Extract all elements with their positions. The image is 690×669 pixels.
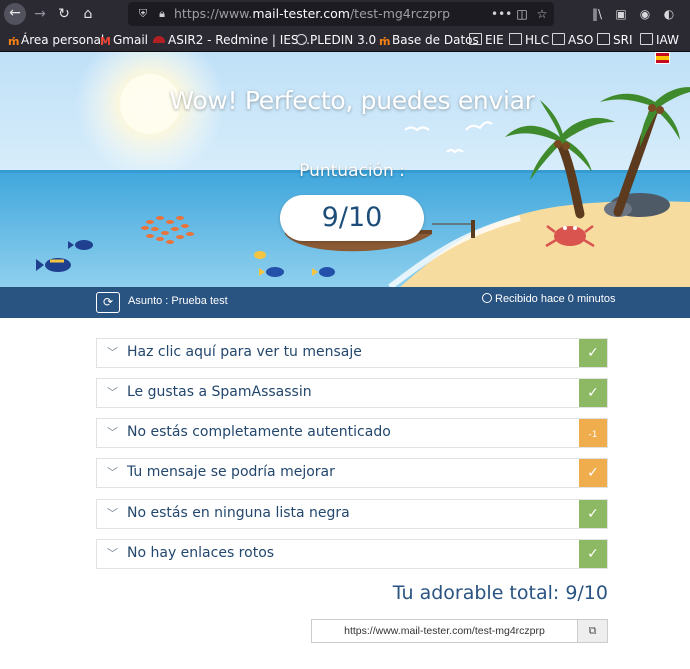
refresh-button[interactable]: ⟳ <box>96 292 120 313</box>
bookmark-folder-iaw[interactable]: IAW <box>640 32 679 48</box>
back-icon[interactable]: ← <box>4 3 26 25</box>
bookmark-folder-sri[interactable]: SRI <box>597 32 633 48</box>
result-label: Le gustas a SpamAssassin <box>127 384 312 400</box>
globe-icon <box>296 34 307 45</box>
subject-text: Asunto : Prueba test <box>128 295 228 307</box>
chevron-down-icon: ﹀ <box>107 386 118 399</box>
moodle-icon: ṁ <box>8 35 20 48</box>
status-badge: ✓ <box>579 540 607 568</box>
bookmark-gmail[interactable]: M Gmail <box>100 32 148 48</box>
folder-icon <box>597 33 610 45</box>
star-icon[interactable]: ☆ <box>533 5 551 23</box>
sidebar-icon[interactable]: ▣ <box>612 5 630 23</box>
bookmark-label: Gmail <box>113 33 149 47</box>
status-badge: ✓ <box>579 379 607 407</box>
total-score: Tu adorable total: 9/10 <box>392 582 608 604</box>
shield-icon[interactable]: ⛨ <box>136 5 150 23</box>
chevron-down-icon: ﹀ <box>107 466 118 479</box>
copy-button[interactable]: ⧉ <box>577 619 608 643</box>
result-label: Tu mensaje se podría mejorar <box>127 464 335 480</box>
folder-icon <box>509 33 522 45</box>
forward-icon[interactable]: → <box>30 4 50 24</box>
bookmark-pledin[interactable]: PLEDIN 3.0 <box>296 32 376 48</box>
seagulls <box>404 121 493 154</box>
bookmark-label: IAW <box>656 33 679 47</box>
result-message-improve[interactable]: ﹀ Tu mensaje se podría mejorar ✓ <box>96 458 608 488</box>
result-label: No estás completamente autenticado <box>127 424 391 440</box>
bookmark-label: Área personal <box>21 33 105 47</box>
folder-icon <box>469 33 482 45</box>
bookmark-label: ASO <box>568 33 594 47</box>
result-label: Haz clic aquí para ver tu mensaje <box>127 344 362 360</box>
result-view-message[interactable]: ﹀ Haz clic aquí para ver tu mensaje ✓ <box>96 338 608 368</box>
lock-icon[interactable]: 🔒︎ <box>155 5 169 23</box>
moodle-icon: ṁ <box>379 35 391 48</box>
bookmark-folder-aso[interactable]: ASO <box>552 32 593 48</box>
status-badge: -1 <box>579 419 607 447</box>
bookmarks-bar: ṁ Área personal M Gmail ASIR2 - Redmine | … <box>0 28 690 52</box>
badge-value: -1 <box>588 430 598 440</box>
clock-icon <box>482 293 492 303</box>
browser-toolbar: ← → ↻ ⌂ ⛨ 🔒︎ https://www.mail-tester.com… <box>0 0 690 28</box>
subject-bar: ⟳ Asunto : Prueba test Recibido hace 0 m… <box>0 287 690 318</box>
refresh-icon: ⟳ <box>102 295 114 309</box>
bookmark-label: PLEDIN 3.0 <box>310 33 377 47</box>
received-text: Recibido hace 0 minutos <box>495 293 616 305</box>
chevron-down-icon: ﹀ <box>107 426 118 439</box>
bookmark-area-personal[interactable]: ṁ Área personal <box>8 32 104 48</box>
result-broken-links[interactable]: ﹀ No hay enlaces rotos ✓ <box>96 539 608 569</box>
more-icon[interactable]: ••• <box>491 5 512 23</box>
bookmark-redmine[interactable]: ASIR2 - Redmine | IES ... <box>153 32 314 48</box>
account-icon[interactable]: ◉ <box>636 5 654 23</box>
bookmark-folder-eie[interactable]: EIE <box>469 32 504 48</box>
chevron-down-icon: ﹀ <box>107 346 118 359</box>
score-label: Puntuación : <box>299 161 405 181</box>
url-path: /test-mg4rczprp <box>349 6 451 21</box>
bookmark-label: ASIR2 - Redmine | IES ... <box>168 33 314 47</box>
url-text[interactable]: https://www.mail-tester.com/test-mg4rczp… <box>174 6 450 21</box>
folder-icon <box>640 33 653 45</box>
library-icon[interactable]: ‖\ <box>588 5 606 23</box>
bookmark-label: Base de Datos <box>392 33 479 47</box>
result-authentication[interactable]: ﹀ No estás completamente autenticado -1 <box>96 418 608 448</box>
status-badge: ✓ <box>579 339 607 367</box>
chevron-down-icon: ﹀ <box>107 547 118 560</box>
folder-icon <box>552 33 565 45</box>
bookmark-folder-hlc[interactable]: HLC <box>509 32 549 48</box>
bookmark-label: HLC <box>525 33 550 47</box>
pocket-icon[interactable]: ◫ <box>513 5 531 23</box>
status-badge: ✓ <box>579 500 607 528</box>
gmail-icon: M <box>100 35 111 48</box>
url-prefix: https://www. <box>174 6 253 21</box>
home-icon[interactable]: ⌂ <box>78 4 98 24</box>
redmine-icon <box>153 36 165 43</box>
result-spamassassin[interactable]: ﹀ Le gustas a SpamAssassin ✓ <box>96 378 608 408</box>
result-label: No estás en ninguna lista negra <box>127 505 350 521</box>
bookmark-label: SRI <box>613 33 633 47</box>
result-blacklist[interactable]: ﹀ No estás en ninguna lista negra ✓ <box>96 499 608 529</box>
status-badge: ✓ <box>579 459 607 487</box>
hero-title: Wow! Perfecto, puedes enviar <box>169 86 535 115</box>
url-bar[interactable]: ⛨ 🔒︎ https://www.mail-tester.com/test-mg… <box>128 2 554 26</box>
bookmark-label: EIE <box>485 33 504 47</box>
score-value: 9/10 <box>280 195 424 241</box>
spain-flag-icon[interactable] <box>655 52 670 64</box>
result-label: No hay enlaces rotos <box>127 545 275 561</box>
hero-banner: Wow! Perfecto, puedes enviar Puntuación … <box>0 52 690 287</box>
received-info: Recibido hace 0 minutos <box>482 293 615 305</box>
share-link-field[interactable]: https://www.mail-tester.com/test-mg4rczp… <box>311 619 577 643</box>
bookmark-base-de-datos[interactable]: ṁ Base de Datos <box>379 32 479 48</box>
url-domain: mail-tester.com <box>252 6 350 21</box>
reload-icon[interactable]: ↻ <box>54 4 74 24</box>
extension-icon[interactable]: ◐ <box>660 5 678 23</box>
chevron-down-icon: ﹀ <box>107 507 118 520</box>
copy-icon: ⧉ <box>588 624 597 637</box>
